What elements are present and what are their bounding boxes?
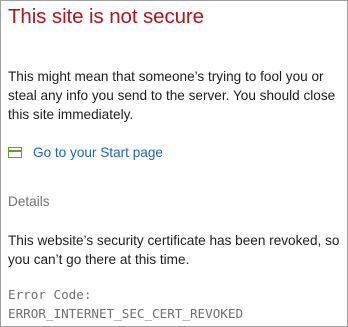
start-page-link-label: Go to your Start page bbox=[33, 145, 163, 160]
error-page: This site is not secure This might mean … bbox=[0, 0, 348, 327]
error-code-value: ERROR_INTERNET_SEC_CERT_REVOKED bbox=[8, 306, 244, 321]
details-heading: Details bbox=[8, 194, 50, 209]
warning-message: This might mean that someone’s trying to… bbox=[8, 69, 336, 122]
error-code-label: Error Code: bbox=[8, 287, 92, 302]
start-page-icon bbox=[8, 147, 22, 158]
details-text: This website’s security certificate has … bbox=[8, 233, 340, 267]
error-code-block: Error Code: ERROR_INTERNET_SEC_CERT_REVO… bbox=[8, 285, 243, 323]
page-title: This site is not secure bbox=[8, 5, 204, 28]
start-page-link[interactable]: Go to your Start page bbox=[8, 145, 163, 160]
